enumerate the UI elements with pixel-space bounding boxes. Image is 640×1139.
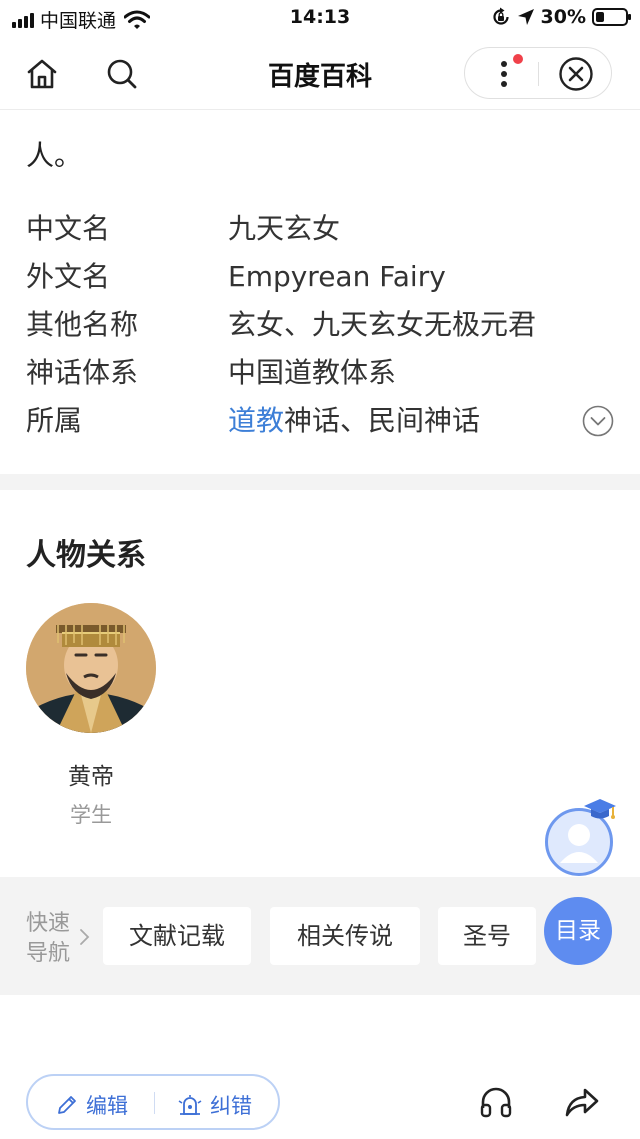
battery-icon (592, 8, 631, 26)
location-arrow-icon (517, 9, 534, 25)
headphones-icon[interactable] (478, 1084, 514, 1120)
correct-label: 纠错 (210, 1094, 252, 1118)
info-row: 中文名 九天玄女 (26, 205, 616, 253)
quick-nav-item-legends[interactable]: 相关传说 (270, 907, 420, 965)
info-key: 神话体系 (26, 356, 139, 389)
rotation-lock-icon (492, 7, 509, 25)
correct-button[interactable]: 纠错 (178, 1090, 252, 1120)
info-key: 中文名 (26, 212, 111, 245)
info-row: 所属 道教神话、民间神话 (26, 397, 616, 445)
notification-dot (513, 54, 523, 64)
bottom-toolbar: 编辑 纠错 (0, 1062, 640, 1139)
info-value: 中国道教体系 (228, 356, 397, 389)
pencil-icon (58, 1096, 76, 1114)
expand-info-button[interactable] (582, 405, 614, 437)
info-value: Empyrean Fairy (228, 260, 446, 293)
close-icon[interactable] (558, 56, 594, 92)
mini-program-capsule (464, 47, 612, 99)
person-card[interactable]: 黄帝 学生 (26, 603, 156, 829)
quick-nav-label-line1: 快速 (26, 911, 71, 936)
section-separator (0, 474, 640, 490)
quick-nav-item-literature[interactable]: 文献记载 (103, 907, 251, 965)
relations-title: 人物关系 (26, 538, 146, 573)
quick-nav: 快速 导航 文献记载 相关传说 圣号 目录 (0, 877, 640, 995)
edit-correct-pill: 编辑 纠错 (26, 1074, 280, 1130)
battery-percent: 30% (540, 6, 586, 28)
quick-nav-item-titles[interactable]: 圣号 (438, 907, 536, 965)
share-icon[interactable] (563, 1084, 601, 1120)
toc-button[interactable]: 目录 (544, 897, 612, 965)
info-value: 玄女、九天玄女无极元君 (228, 308, 537, 341)
edit-label: 编辑 (86, 1094, 128, 1118)
nav-bar: 百度百科 (0, 36, 640, 110)
quick-nav-label-line2: 导航 (26, 941, 71, 966)
chevron-right-icon (80, 929, 90, 945)
quick-nav-label: 快速 导航 (26, 909, 76, 969)
info-row: 其他名称 玄女、九天玄女无极元君 (26, 301, 616, 349)
info-value: 九天玄女 (228, 212, 341, 245)
intro-text-tail: 人。 (26, 139, 83, 172)
status-right: 30% (491, 6, 631, 28)
info-key: 所属 (26, 404, 83, 437)
info-value-rest: 神话、民间神话 (284, 404, 481, 437)
capsule-divider (538, 62, 539, 86)
info-row: 神话体系 中国道教体系 (26, 349, 616, 397)
info-value: 道教神话、民间神话 (228, 397, 480, 445)
emperor-portrait (26, 603, 156, 733)
status-bar: 中国联通 14:13 30% (0, 0, 640, 36)
person-name: 黄帝 (68, 764, 114, 790)
graduation-cap-icon (584, 799, 616, 819)
info-row: 外文名 Empyrean Fairy (26, 253, 616, 301)
floating-user-avatar[interactable] (545, 799, 616, 876)
basic-info-table: 中文名 九天玄女 外文名 Empyrean Fairy 其他名称 玄女、九天玄女… (26, 205, 616, 445)
bug-icon (178, 1095, 202, 1115)
battery-level (596, 12, 604, 22)
person-relation: 学生 (70, 803, 112, 827)
info-key: 外文名 (26, 260, 111, 293)
pill-divider (154, 1092, 155, 1114)
edit-button[interactable]: 编辑 (56, 1090, 128, 1120)
info-key: 其他名称 (26, 308, 139, 341)
daoism-link[interactable]: 道教 (228, 404, 284, 437)
person-avatar[interactable] (26, 603, 156, 733)
